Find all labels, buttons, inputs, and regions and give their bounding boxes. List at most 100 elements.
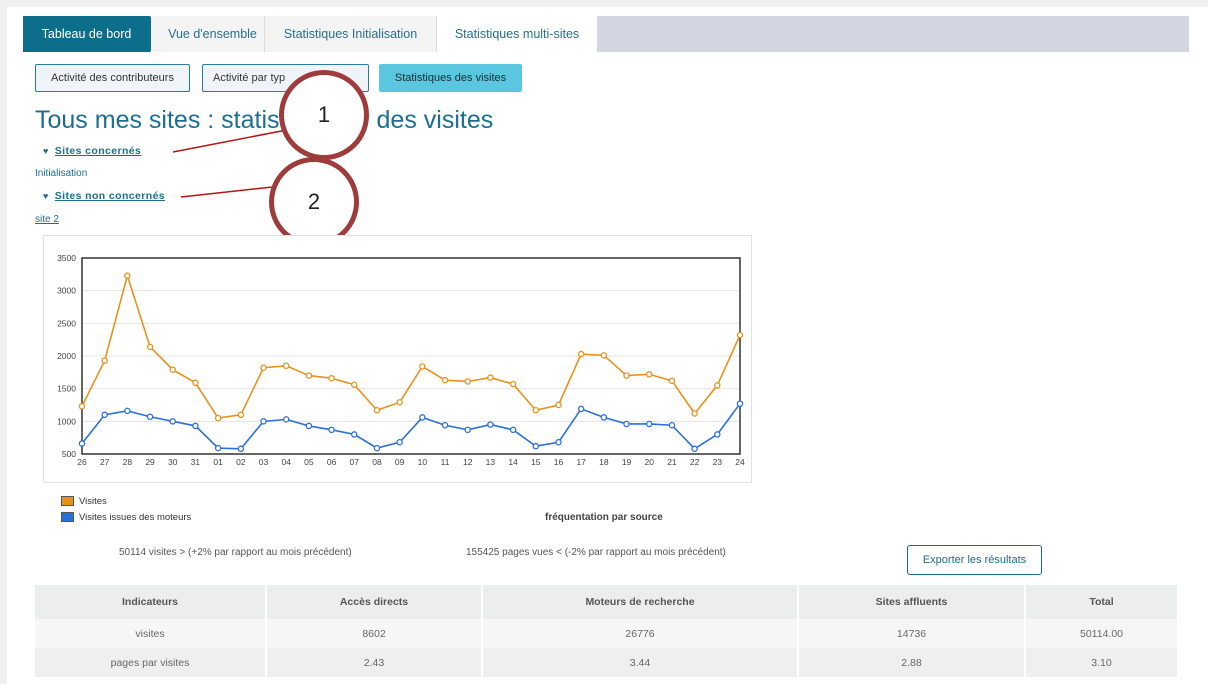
legend-item-visites: Visites xyxy=(61,493,191,509)
data-point xyxy=(623,420,630,428)
x-tick-label: 19 xyxy=(622,457,632,467)
legend-item-moteurs: Visites issues des moteurs xyxy=(61,509,191,525)
data-point xyxy=(419,414,426,421)
data-point xyxy=(237,445,245,453)
x-tick-label: 31 xyxy=(191,457,201,467)
x-tick-label: 21 xyxy=(667,457,677,467)
data-point xyxy=(351,431,358,438)
page-title-head: Tous mes sites : statis xyxy=(35,106,280,134)
statistiques-visites-button[interactable]: Statistiques des visites xyxy=(379,64,522,92)
x-tick-label: 27 xyxy=(100,457,110,467)
table-cell: visites xyxy=(35,619,267,648)
data-point xyxy=(714,431,721,438)
table-header: Sites affluents xyxy=(798,585,1026,619)
data-point xyxy=(464,426,471,434)
legend-swatch-moteurs xyxy=(61,512,74,522)
data-point xyxy=(691,410,698,417)
x-tick-label: 08 xyxy=(372,457,382,467)
data-point xyxy=(441,376,449,384)
sites-non-concernes-toggle[interactable]: ♥ Sites non concernés xyxy=(43,190,165,202)
visits-chart: 500 1000 1500 2000 2500 3000 3500 26 27 28 29 30 31 0… xyxy=(43,235,752,483)
x-tick-label: 16 xyxy=(554,457,564,467)
table-cell: 3.44 xyxy=(482,648,799,677)
x-tick-label: 28 xyxy=(123,457,133,467)
data-point xyxy=(101,411,108,419)
x-tick-label: 05 xyxy=(304,457,314,467)
data-point xyxy=(260,418,267,425)
data-point xyxy=(487,374,494,381)
heart-icon: ♥ xyxy=(43,146,49,156)
data-point xyxy=(691,445,698,453)
data-point xyxy=(736,400,744,407)
table-cell: 3.10 xyxy=(1025,648,1177,677)
data-point xyxy=(328,374,335,382)
data-point xyxy=(328,426,335,434)
data-point xyxy=(78,403,86,410)
data-point xyxy=(509,380,517,388)
legend-label-moteurs: Visites issues des moteurs xyxy=(79,511,192,523)
data-point xyxy=(124,407,131,415)
x-tick-label: 12 xyxy=(463,457,473,467)
sites-concernes-toggle[interactable]: ♥ Sites concernés xyxy=(43,145,141,157)
x-tick-label: 17 xyxy=(576,457,586,467)
data-point xyxy=(532,442,540,450)
data-point xyxy=(396,399,403,406)
x-tick-label: 26 xyxy=(77,457,87,467)
data-point xyxy=(668,422,676,429)
data-point xyxy=(419,363,426,370)
sites-non-concernes-label: Sites non concernés xyxy=(54,190,166,202)
pages-summary: 155425 pages vues < (-2% par rapport au … xyxy=(466,547,726,558)
table-header: Moteurs de recherche xyxy=(482,585,799,619)
table-header: Indicateurs xyxy=(35,585,267,619)
tab-tableau-de-bord[interactable]: Tableau de bord xyxy=(23,16,160,52)
source-chart-title: fréquentation par source xyxy=(545,512,663,523)
data-point xyxy=(101,357,108,364)
data-point xyxy=(464,378,471,385)
data-point xyxy=(260,364,267,372)
x-tick-label: 20 xyxy=(645,457,655,467)
data-point xyxy=(146,413,154,421)
data-point xyxy=(555,438,562,446)
data-point xyxy=(282,362,290,370)
legend-swatch-visites xyxy=(61,496,74,506)
x-tick-label: 18 xyxy=(599,457,609,467)
data-point xyxy=(282,416,290,423)
x-tick-label: 03 xyxy=(259,457,269,467)
y-tick-label: 2000 xyxy=(57,351,76,361)
data-point xyxy=(305,422,313,430)
annotation-callout-2: 2 xyxy=(269,157,359,247)
tab-statistiques-multi-sites[interactable]: Statistiques multi-sites xyxy=(437,16,597,52)
table-row: pages par visites 2.43 3.44 2.88 3.10 xyxy=(35,648,1177,677)
data-point xyxy=(351,381,358,388)
table-row: visites 8602 26776 14736 50114.00 xyxy=(35,619,1177,648)
data-point xyxy=(373,406,381,414)
data-point xyxy=(532,406,540,414)
site-2-link[interactable]: site 2 xyxy=(35,214,59,225)
sites-concernes-label: Sites concernés xyxy=(54,145,142,157)
stats-table: Indicateurs Accès directs Moteurs de rec… xyxy=(35,585,1177,677)
series-line-0 xyxy=(81,272,741,419)
activite-contributeurs-button[interactable]: Activité des contributeurs xyxy=(35,64,190,92)
data-point xyxy=(169,418,177,425)
legend-label-visites: Visites xyxy=(79,495,107,507)
y-tick-label: 1000 xyxy=(57,416,76,426)
chart-legend: Visites Visites issues des moteurs xyxy=(61,493,191,525)
export-results-button[interactable]: Exporter les résultats xyxy=(907,545,1042,575)
data-point xyxy=(668,377,676,385)
y-tick-label: 2500 xyxy=(57,318,76,328)
visits-summary: 50114 visites > (+2% par rapport au mois… xyxy=(119,547,352,558)
data-point xyxy=(169,366,177,373)
data-point xyxy=(600,352,608,359)
data-point xyxy=(441,422,449,429)
tab-statistiques-initialisation[interactable]: Statistiques Initialisation xyxy=(265,16,437,52)
table-cell: 8602 xyxy=(266,619,483,648)
data-point xyxy=(124,272,131,279)
x-tick-label: 14 xyxy=(508,457,518,467)
x-tick-label: 24 xyxy=(735,457,745,467)
y-tick-label: 1500 xyxy=(57,384,76,394)
data-point xyxy=(146,343,154,351)
tab-vue-ensemble[interactable]: Vue d'ensemble xyxy=(151,16,265,52)
table-cell: 2.43 xyxy=(266,648,483,677)
table-header: Accès directs xyxy=(266,585,483,619)
data-point xyxy=(192,422,199,430)
